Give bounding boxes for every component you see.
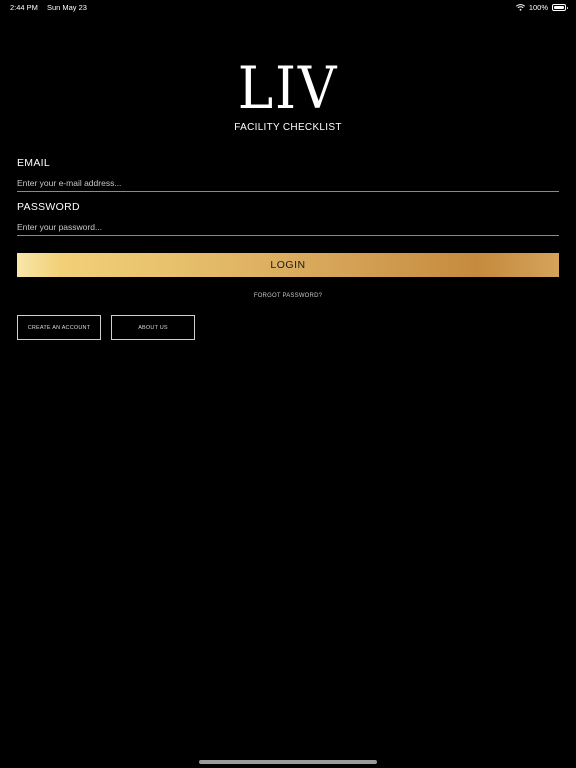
- status-right: 100%: [515, 3, 568, 12]
- password-field[interactable]: [17, 218, 559, 236]
- create-account-button[interactable]: CREATE AN ACCOUNT: [17, 315, 101, 340]
- forgot-password-link[interactable]: FORGOT PASSWORD?: [0, 293, 576, 299]
- status-time: 2:44 PM: [10, 3, 38, 12]
- battery-percent: 100%: [528, 3, 548, 12]
- password-label: PASSWORD: [17, 201, 80, 213]
- home-indicator[interactable]: [199, 760, 377, 764]
- status-date: Sun May 23: [46, 3, 87, 12]
- app-logo: LIV FACILITY CHECKLIST: [0, 54, 576, 133]
- about-us-button[interactable]: ABOUT US: [111, 315, 195, 340]
- wifi-icon: [515, 4, 525, 11]
- battery-icon: [552, 4, 568, 11]
- login-button[interactable]: LOGIN: [17, 253, 559, 277]
- status-bar: 2:44 PM Sun May 23 100%: [0, 0, 576, 16]
- email-field[interactable]: [17, 174, 559, 192]
- status-left: 2:44 PM Sun May 23: [10, 3, 87, 12]
- logo-mark: LIV: [237, 54, 339, 122]
- email-label: EMAIL: [17, 157, 51, 169]
- login-screen: 2:44 PM Sun May 23 100% LIV FACILITY CHE…: [0, 0, 576, 768]
- app-subtitle: FACILITY CHECKLIST: [234, 122, 342, 133]
